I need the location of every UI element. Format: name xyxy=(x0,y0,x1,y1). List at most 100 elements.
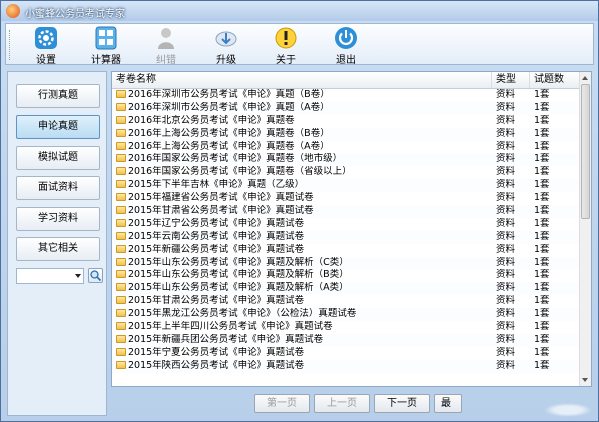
sidebar-item-study[interactable]: 学习资料 xyxy=(16,207,100,231)
sidebar-item-interview[interactable]: 面试资料 xyxy=(16,176,100,200)
row-count: 1套 xyxy=(534,256,550,268)
filter-dropdown[interactable] xyxy=(16,268,84,284)
row-name: 2016年国家公务员考试《申论》真题卷（省级以上） xyxy=(128,166,352,178)
row-count: 1套 xyxy=(534,101,550,113)
table-row[interactable]: 2015年甘肃公务员考试《申论》真题试卷 资料 1套 xyxy=(112,295,581,308)
table-row[interactable]: 2015年福建省公务员考试《申论》真题试卷 资料 1套 xyxy=(112,192,581,205)
folder-icon xyxy=(116,154,126,163)
row-type: 资料 xyxy=(496,217,516,229)
toolbar-grip[interactable] xyxy=(9,30,13,60)
row-name: 2016年北京公务员考试《申论》真题卷 xyxy=(128,114,295,126)
table-row[interactable]: 2016年上海公务员考试《申论》真题卷（B卷） 资料 1套 xyxy=(112,127,581,141)
row-name: 2016年国家公务员考试《申论》真题卷（地市级） xyxy=(128,153,343,165)
row-type: 资料 xyxy=(496,179,516,191)
upgrade-label: 升级 xyxy=(216,55,236,66)
row-count: 1套 xyxy=(534,89,550,100)
table-row[interactable]: 2016年北京公务员考试《申论》真题卷 资料 1套 xyxy=(112,115,581,128)
calculator-label: 计算器 xyxy=(91,55,121,66)
next-page-button[interactable]: 下一页 xyxy=(374,394,430,413)
calculator-button[interactable]: 计算器 xyxy=(86,26,126,66)
column-header-type[interactable]: 类型 xyxy=(492,72,530,88)
column-header-name[interactable]: 考卷名称 xyxy=(112,72,492,88)
row-name-cell: 2015年陕西公务员考试《申论》真题试卷 xyxy=(116,360,490,373)
table-row[interactable]: 2015年新疆兵团公务员考试《申论》真题试卷 资料 1套 xyxy=(112,333,581,347)
table-row[interactable]: 2015年上半年四川公务员考试《申论》真题试卷 资料 1套 xyxy=(112,321,581,334)
row-name: 2015年辽宁公务员考试《申论》真题试卷 xyxy=(128,217,305,229)
row-count: 1套 xyxy=(534,166,550,178)
exam-table: 考卷名称 类型 试题数 2016年深圳市公务员考试《申论》真题（B卷） 资料 1套 2… xyxy=(111,71,592,387)
table-row[interactable]: 2015年山东公务员考试《申论》真题及解析（A类） 资料 1套 xyxy=(112,282,581,296)
title-bar: 小蜜蜂公务员考试专家 xyxy=(1,1,598,21)
row-name-cell: 2016年深圳市公务员考试《申论》真题（B卷） xyxy=(116,89,490,102)
settings-button[interactable]: 设置 xyxy=(26,26,66,66)
row-name: 2016年深圳市公务员考试《申论》真题（A卷） xyxy=(128,101,330,113)
table-row[interactable]: 2016年国家公务员考试《申论》真题卷（省级以上） 资料 1套 xyxy=(112,166,581,179)
sidebar-item-other[interactable]: 其它相关 xyxy=(16,237,100,261)
row-count: 1套 xyxy=(534,192,550,204)
row-name: 2015年山东公务员考试《申论》真题及解析（B类） xyxy=(128,269,349,281)
row-name: 2016年上海公务员考试《申论》真题卷（A卷） xyxy=(128,140,330,152)
last-page-button[interactable]: 最 xyxy=(434,394,462,413)
row-type: 资料 xyxy=(496,333,516,345)
first-page-button[interactable]: 第一页 xyxy=(254,394,310,413)
row-count: 1套 xyxy=(534,179,550,191)
table-row[interactable]: 2016年国家公务员考试《申论》真题卷（地市级） 资料 1套 xyxy=(112,153,581,167)
power-icon xyxy=(335,27,357,49)
folder-icon xyxy=(116,141,126,150)
row-count: 1套 xyxy=(534,333,550,345)
table-row[interactable]: 2015年下半年吉林《申论》真题（乙级） 资料 1套 xyxy=(112,179,581,193)
row-type: 资料 xyxy=(496,140,516,152)
column-header-count[interactable]: 试题数 xyxy=(530,72,581,88)
row-name-cell: 2016年国家公务员考试《申论》真题卷（地市级） xyxy=(116,153,490,166)
row-name-cell: 2016年北京公务员考试《申论》真题卷 xyxy=(116,115,490,128)
sidebar-item-mock-exams[interactable]: 模拟试题 xyxy=(16,146,100,170)
row-name-cell: 2015年甘肃省公务员考试《申论》真题试卷 xyxy=(116,205,490,218)
row-name-cell: 2015年黑龙江公务员考试《申论》（公检法）真题试卷 xyxy=(116,308,490,321)
about-button[interactable]: 关于 xyxy=(266,26,306,66)
table-row[interactable]: 2015年山东公务员考试《申论》真题及解析（C类） 资料 1套 xyxy=(112,256,581,270)
row-count: 1套 xyxy=(534,308,550,320)
row-count: 1套 xyxy=(534,359,550,371)
correction-button[interactable]: 纠错 xyxy=(146,26,186,66)
scroll-down-icon[interactable] xyxy=(582,378,588,382)
row-count: 1套 xyxy=(534,321,550,333)
window-title: 小蜜蜂公务员考试专家 xyxy=(25,9,125,20)
row-type: 资料 xyxy=(496,346,516,358)
table-row[interactable]: 2015年云南公务员考试《申论》真题试卷 资料 1套 xyxy=(112,230,581,244)
row-type: 资料 xyxy=(496,282,516,294)
prev-page-button[interactable]: 上一页 xyxy=(314,394,370,413)
folder-icon xyxy=(116,231,126,240)
row-type: 资料 xyxy=(496,166,516,178)
row-type: 资料 xyxy=(496,114,516,126)
row-type: 资料 xyxy=(496,308,516,320)
folder-icon xyxy=(116,193,126,202)
row-name-cell: 2015年福建省公务员考试《申论》真题试卷 xyxy=(116,192,490,205)
row-name-cell: 2016年上海公务员考试《申论》真题卷（B卷） xyxy=(116,128,490,141)
table-row[interactable]: 2016年深圳市公务员考试《申论》真题（B卷） 资料 1套 xyxy=(112,89,581,102)
row-name: 2015年新疆公务员考试《申论》真题试卷 xyxy=(128,243,305,255)
table-header: 考卷名称 类型 试题数 xyxy=(112,72,581,89)
scroll-up-icon[interactable] xyxy=(582,76,588,80)
table-row[interactable]: 2016年深圳市公务员考试《申论》真题（A卷） 资料 1套 xyxy=(112,101,581,115)
row-name-cell: 2015年山东公务员考试《申论》真题及解析（B类） xyxy=(116,269,490,282)
scrollbar-thumb[interactable] xyxy=(581,84,590,219)
info-exclamation-icon xyxy=(275,27,297,49)
table-row[interactable]: 2015年新疆公务员考试《申论》真题试卷 资料 1套 xyxy=(112,244,581,257)
table-row[interactable]: 2015年黑龙江公务员考试《申论》（公检法）真题试卷 资料 1套 xyxy=(112,308,581,322)
row-name-cell: 2015年新疆兵团公务员考试《申论》真题试卷 xyxy=(116,334,490,347)
table-row[interactable]: 2015年山东公务员考试《申论》真题及解析（B类） 资料 1套 xyxy=(112,269,581,282)
table-row[interactable]: 2015年宁夏公务员考试《申论》真题试卷 资料 1套 xyxy=(112,347,581,360)
table-row[interactable]: 2016年上海公务员考试《申论》真题卷（A卷） 资料 1套 xyxy=(112,141,581,154)
upgrade-button[interactable]: 升级 xyxy=(206,26,246,66)
search-button[interactable] xyxy=(88,268,103,283)
table-row[interactable]: 2015年辽宁公务员考试《申论》真题试卷 资料 1套 xyxy=(112,218,581,231)
sidebar-item-shenlun[interactable]: 申论真题 xyxy=(16,115,100,139)
table-row[interactable]: 2015年陕西公务员考试《申论》真题试卷 资料 1套 xyxy=(112,359,581,373)
vertical-scrollbar[interactable] xyxy=(579,72,591,386)
table-row[interactable]: 2015年甘肃省公务员考试《申论》真题试卷 资料 1套 xyxy=(112,205,581,218)
row-name: 2015年上半年四川公务员考试《申论》真题试卷 xyxy=(128,321,333,333)
sidebar-item-xingce[interactable]: 行测真题 xyxy=(16,84,100,108)
row-name-cell: 2015年宁夏公务员考试《申论》真题试卷 xyxy=(116,347,490,360)
exit-button[interactable]: 退出 xyxy=(326,26,366,66)
folder-icon xyxy=(116,270,126,279)
